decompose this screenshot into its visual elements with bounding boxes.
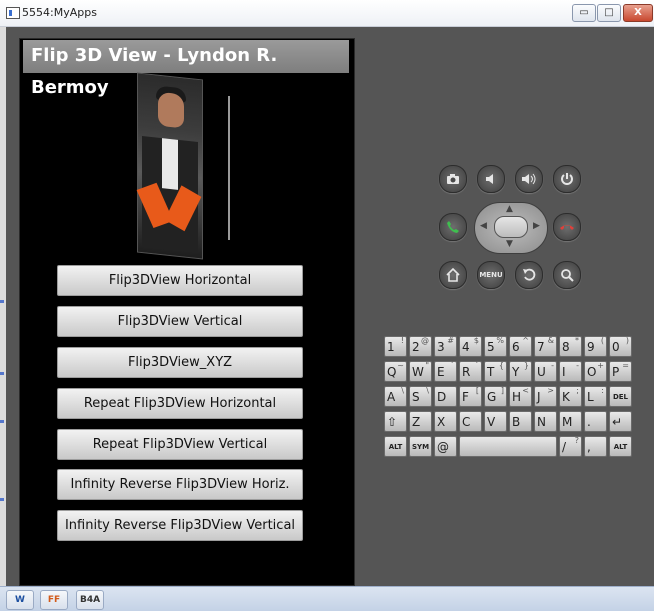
key-4[interactable]: 4 $ [459,336,482,357]
infinity-reverse-horiz-button[interactable]: Infinity Reverse Flip3DView Horiz. [57,469,303,500]
flip-photo [136,72,203,260]
call-icon[interactable] [439,213,467,241]
key-p[interactable]: P = [609,361,632,382]
key-5[interactable]: 5% [484,336,507,357]
key-l[interactable]: L: [584,386,607,407]
camera-icon[interactable] [439,165,467,193]
back-icon[interactable] [515,261,543,289]
key-b[interactable]: B [509,411,532,432]
key-0[interactable]: 0) [609,336,632,357]
search-icon[interactable] [553,261,581,289]
key-del[interactable]: DEL [609,386,632,407]
flip3dview-vertical-button[interactable]: Flip3DView Vertical [57,306,303,337]
key-alt-right[interactable]: ALT [609,436,632,457]
home-icon[interactable] [439,261,467,289]
flip3dview-xyz-button[interactable]: Flip3DView_XYZ [57,347,303,378]
key-c[interactable]: C [459,411,482,432]
dpad-down-icon[interactable]: ▼ [506,239,513,249]
key-6[interactable]: 6 ^ [509,336,532,357]
volume-down-icon[interactable] [477,165,505,193]
edge-marker [0,372,4,375]
key-shift[interactable]: ⇧ [384,411,407,432]
taskbar-firefox-icon[interactable]: FF [40,590,68,610]
key-9[interactable]: 9( [584,336,607,357]
key-z[interactable]: Z [409,411,432,432]
key-k[interactable]: K; [559,386,582,407]
taskbar-b4a-icon[interactable]: B4A [76,590,104,610]
key-y[interactable]: Y} [509,361,532,382]
key-x[interactable]: X [434,411,457,432]
key-alt-left[interactable]: ALT [384,436,407,457]
window-left-edge [0,27,6,586]
app-title-bar: Flip 3D View - Lyndon R. Bermoy [23,40,349,98]
taskbar-word-icon[interactable]: W [6,590,34,610]
key-f[interactable]: F[ [459,386,482,407]
photo-face [158,91,184,129]
photo-shirt [162,138,178,190]
menu-button[interactable]: MENU [477,261,505,289]
power-icon[interactable] [553,165,581,193]
key-w[interactable]: W " [409,361,432,382]
key-sym[interactable]: SYM [409,436,432,457]
emulator-window: 5554:MyApps ▭ □ X Flip 3D View - Lyndon … [0,0,654,586]
key-j[interactable]: J > [534,386,557,407]
dpad-right-icon[interactable]: ▶ [533,221,540,231]
key-3[interactable]: 3 # [434,336,457,357]
key-period[interactable]: . [584,411,607,432]
window-title: 5554:MyApps [22,6,97,19]
dpad-left-icon[interactable]: ◀ [480,221,487,231]
window-titlebar[interactable]: 5554:MyApps ▭ □ X [0,0,654,27]
key-7[interactable]: 7 & [534,336,557,357]
hardware-keyboard: 1! 2 @ 3 # 4 $ 5% 6 ^ 7 & 8 * 9( 0) Q ~ W " E ´ R… [384,336,635,457]
key-g[interactable]: G] [484,386,507,407]
key-slash[interactable]: /? [559,436,582,457]
key-q[interactable]: Q ~ [384,361,407,382]
key-r[interactable]: R ` [459,361,482,382]
key-2[interactable]: 2 @ [409,336,432,357]
flip-back-edge [228,96,230,240]
key-comma[interactable]: , [584,436,607,457]
maximize-button[interactable]: □ [597,4,621,22]
close-button[interactable]: X [623,4,653,22]
repeat-horizontal-button[interactable]: Repeat Flip3DView Horizontal [57,388,303,419]
window-app-icon [6,7,20,19]
key-t[interactable]: T{ [484,361,507,382]
edge-marker [0,498,4,501]
key-d[interactable]: D [434,386,457,407]
key-space[interactable] [459,436,557,457]
end-call-icon[interactable] [553,213,581,241]
key-m[interactable]: M [559,411,582,432]
key-n[interactable]: N [534,411,557,432]
edge-marker [0,300,4,303]
key-o[interactable]: O + [584,361,607,382]
minimize-button[interactable]: ▭ [572,4,596,22]
key-e[interactable]: E ´ [434,361,457,382]
dpad-up-icon[interactable]: ▲ [506,204,513,214]
flip3dview-horizontal-button[interactable]: Flip3DView Horizontal [57,265,303,296]
key-8[interactable]: 8 * [559,336,582,357]
key-v[interactable]: V [484,411,507,432]
key-s[interactable]: S \ [409,386,432,407]
key-h[interactable]: H < [509,386,532,407]
taskbar: W FF B4A [0,586,654,611]
key-1[interactable]: 1! [384,336,407,357]
key-u[interactable]: U- [534,361,557,382]
volume-up-icon[interactable] [515,165,543,193]
edge-marker [0,420,4,423]
infinity-reverse-vertical-button[interactable]: Infinity Reverse Flip3DView Vertical [57,510,303,541]
key-enter[interactable]: ↵ [609,411,632,432]
key-a[interactable]: A \ [384,386,407,407]
key-i[interactable]: I- [559,361,582,382]
repeat-vertical-button[interactable]: Repeat Flip3DView Vertical [57,429,303,460]
key-at[interactable]: @ [434,436,457,457]
dpad-center-button[interactable] [494,216,528,238]
